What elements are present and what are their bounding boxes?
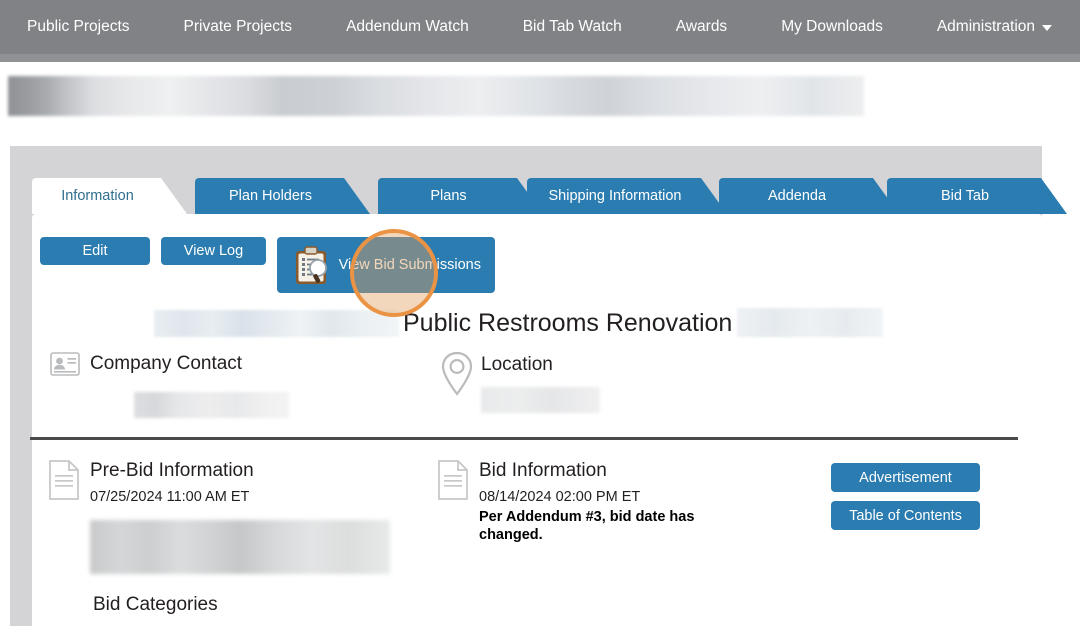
page-title: Public Restrooms Renovation bbox=[403, 303, 732, 343]
nav-item-private-projects[interactable]: Private Projects bbox=[157, 0, 320, 54]
tab-label: Plan Holders bbox=[229, 188, 312, 204]
pre-bid-datetime: 07/25/2024 11:00 AM ET bbox=[90, 487, 254, 507]
company-contact-block: Company Contact bbox=[50, 352, 242, 376]
location-heading-row: Location bbox=[437, 352, 477, 398]
tab-bar: Information Plan Holders Plans Shipping … bbox=[32, 178, 1042, 214]
map-pin-icon bbox=[437, 352, 477, 398]
document-icon bbox=[437, 458, 469, 500]
nav-item-label: Public Projects bbox=[27, 0, 130, 54]
table-of-contents-button[interactable]: Table of Contents bbox=[831, 501, 980, 530]
nav-item-label: Awards bbox=[676, 0, 727, 54]
tab-information[interactable]: Information bbox=[32, 178, 187, 214]
site-banner-redacted bbox=[8, 76, 864, 116]
nav-item-public-projects[interactable]: Public Projects bbox=[0, 0, 157, 54]
view-bid-submissions-button[interactable]: View Bid Submissions bbox=[277, 237, 495, 293]
tab-label: Bid Tab bbox=[941, 188, 989, 204]
nav-item-label: Bid Tab Watch bbox=[523, 0, 622, 54]
tab-plans[interactable]: Plans bbox=[378, 178, 543, 214]
bid-information-datetime: 08/14/2024 02:00 PM ET bbox=[479, 487, 734, 507]
nav-item-label: Addendum Watch bbox=[346, 0, 469, 54]
title-redacted-left bbox=[154, 310, 399, 337]
nav-item-administration[interactable]: Administration bbox=[910, 0, 1079, 54]
nav-item-label: Administration bbox=[937, 0, 1035, 54]
bid-information-block: Bid Information 08/14/2024 02:00 PM ET P… bbox=[437, 458, 817, 544]
tab-addenda[interactable]: Addenda bbox=[719, 178, 899, 214]
tab-shipping-information[interactable]: Shipping Information bbox=[527, 178, 727, 214]
bid-information-heading: Bid Information bbox=[479, 459, 734, 482]
view-bid-submissions-label: View Bid Submissions bbox=[339, 257, 481, 273]
pre-bid-details-redacted bbox=[90, 520, 390, 574]
title-redacted-right bbox=[737, 308, 883, 337]
view-log-button[interactable]: View Log bbox=[161, 237, 266, 265]
tab-label: Information bbox=[61, 188, 134, 204]
view-log-button-label: View Log bbox=[184, 243, 243, 259]
tab-bid-tab[interactable]: Bid Tab bbox=[887, 178, 1067, 214]
pre-bid-heading-row: Pre-Bid Information 07/25/2024 11:00 AM … bbox=[48, 458, 428, 507]
top-navigation-bar: Public Projects Private Projects Addendu… bbox=[0, 0, 1080, 54]
company-contact-heading: Company Contact bbox=[90, 353, 242, 375]
company-contact-heading-row: Company Contact bbox=[50, 352, 242, 376]
edit-button[interactable]: Edit bbox=[40, 237, 150, 265]
chevron-down-icon bbox=[1042, 25, 1052, 31]
pre-bid-information-block: Pre-Bid Information 07/25/2024 11:00 AM … bbox=[48, 458, 428, 507]
clipboard-search-icon bbox=[293, 246, 331, 286]
pre-bid-text-group: Pre-Bid Information 07/25/2024 11:00 AM … bbox=[90, 458, 254, 507]
bid-information-note: Per Addendum #3, bid date has changed. bbox=[479, 508, 734, 544]
nav-item-my-downloads[interactable]: My Downloads bbox=[754, 0, 910, 54]
tab-label: Shipping Information bbox=[549, 188, 682, 204]
nav-item-label: My Downloads bbox=[781, 0, 883, 54]
tab-label: Addenda bbox=[768, 188, 826, 204]
nav-item-bid-tab-watch[interactable]: Bid Tab Watch bbox=[496, 0, 649, 54]
summary-info-row: Company Contact Location bbox=[0, 352, 1042, 422]
advertisement-button[interactable]: Advertisement bbox=[831, 463, 980, 492]
nav-item-addendum-watch[interactable]: Addendum Watch bbox=[319, 0, 496, 54]
bid-information-text-group: Bid Information 08/14/2024 02:00 PM ET P… bbox=[479, 458, 734, 544]
location-block: Location bbox=[437, 352, 477, 398]
bid-categories-heading: Bid Categories bbox=[93, 594, 218, 616]
tab-label: Plans bbox=[430, 188, 466, 204]
nav-item-label: Private Projects bbox=[184, 0, 293, 54]
document-icon bbox=[48, 458, 80, 500]
location-heading: Location bbox=[481, 354, 553, 376]
project-title-row: Public Restrooms Renovation bbox=[0, 303, 1042, 343]
tab-plan-holders[interactable]: Plan Holders bbox=[195, 178, 370, 214]
nav-item-awards[interactable]: Awards bbox=[649, 0, 754, 54]
advertisement-button-label: Advertisement bbox=[859, 470, 952, 486]
contact-card-icon bbox=[50, 352, 80, 376]
bid-information-heading-row: Bid Information 08/14/2024 02:00 PM ET P… bbox=[437, 458, 817, 544]
company-contact-value-redacted bbox=[134, 392, 289, 418]
edit-button-label: Edit bbox=[83, 243, 108, 259]
table-of-contents-button-label: Table of Contents bbox=[849, 508, 962, 524]
pre-bid-heading: Pre-Bid Information bbox=[90, 459, 254, 482]
nav-underbar bbox=[0, 54, 1080, 62]
section-divider bbox=[30, 437, 1018, 440]
location-value-redacted bbox=[481, 387, 600, 413]
